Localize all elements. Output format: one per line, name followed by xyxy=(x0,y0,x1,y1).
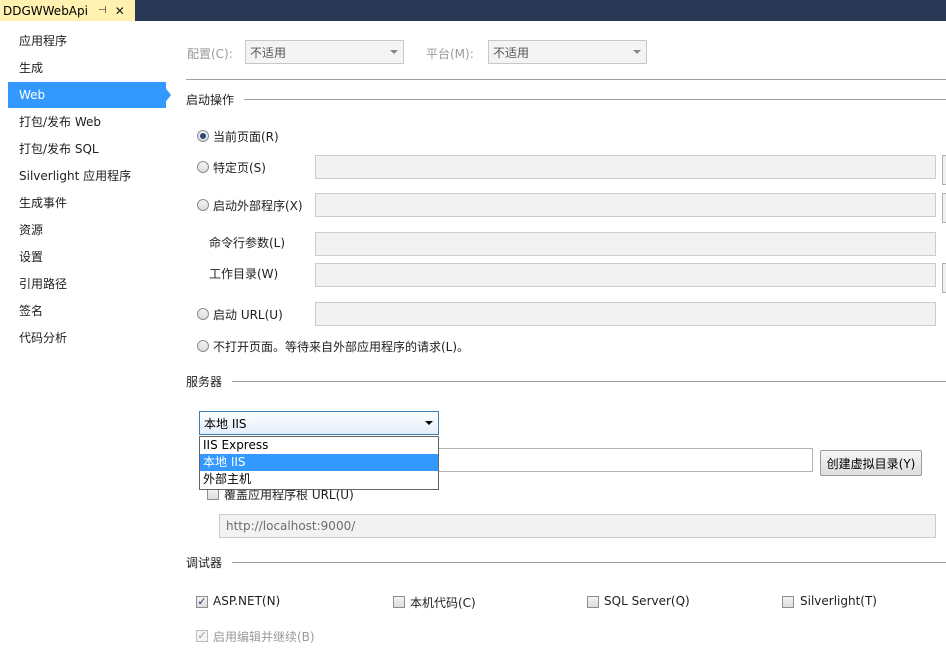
nav-item-reference-paths[interactable]: 引用路径 xyxy=(8,271,166,297)
chevron-down-icon xyxy=(390,50,398,54)
divider xyxy=(186,79,946,80)
close-icon[interactable]: ✕ xyxy=(115,4,125,18)
work-dir-label: 工作目录(W) xyxy=(209,267,279,281)
root-url-input[interactable]: http://localhost:9000/ xyxy=(219,514,936,538)
platform-label: 平台(M): xyxy=(426,47,474,61)
silverlight-checkbox[interactable] xyxy=(782,596,794,608)
dont-open-label[interactable]: 不打开页面。等待来自外部应用程序的请求(L)。 xyxy=(213,338,469,355)
nav-item-build[interactable]: 生成 xyxy=(8,55,166,81)
radio-current-page[interactable] xyxy=(197,130,209,142)
nav-item-build-events[interactable]: 生成事件 xyxy=(8,190,166,216)
edit-continue-label: 启用编辑并继续(B) xyxy=(213,630,315,644)
sqlserver-label[interactable]: SQL Server(Q) xyxy=(604,594,690,608)
project-url-input[interactable] xyxy=(436,448,813,472)
nav-item-resources[interactable]: 资源 xyxy=(8,217,166,243)
document-tab-bar xyxy=(0,0,946,21)
config-combo[interactable]: 不适用 xyxy=(245,40,404,64)
section-line xyxy=(186,99,946,100)
external-program-label[interactable]: 启动外部程序(X) xyxy=(213,197,303,214)
start-url-input[interactable] xyxy=(315,302,936,326)
pin-icon[interactable]: ⊣ xyxy=(98,5,107,16)
radio-dont-open-page[interactable] xyxy=(197,340,209,352)
nav-item-application[interactable]: 应用程序 xyxy=(8,28,166,54)
section-line xyxy=(186,381,946,382)
cmd-args-label: 命令行参数(L) xyxy=(209,236,286,250)
config-combo-value: 不适用 xyxy=(250,45,287,60)
radio-start-url[interactable] xyxy=(197,308,209,320)
server-option-iis-express[interactable]: IIS Express xyxy=(200,437,438,454)
nav-item-code-analysis[interactable]: 代码分析 xyxy=(8,325,166,351)
sqlserver-checkbox[interactable] xyxy=(587,596,599,608)
browse-button[interactable] xyxy=(942,193,946,223)
nav-item-package-sql[interactable]: 打包/发布 SQL xyxy=(8,136,166,162)
work-dir-input[interactable] xyxy=(315,263,936,287)
specific-page-label[interactable]: 特定页(S) xyxy=(213,159,266,176)
specific-page-input[interactable] xyxy=(315,155,936,179)
nav-item-package-web[interactable]: 打包/发布 Web xyxy=(8,109,166,135)
section-line xyxy=(186,562,946,563)
start-action-title: 启动操作 xyxy=(186,91,245,108)
silverlight-label[interactable]: Silverlight(T) xyxy=(800,594,877,608)
document-tab-title[interactable]: DDGWWebApi xyxy=(3,4,88,18)
platform-combo[interactable]: 不适用 xyxy=(488,40,647,64)
aspnet-checkbox[interactable]: ✓ xyxy=(196,596,208,608)
browse-button[interactable] xyxy=(942,155,946,185)
radio-specific-page[interactable] xyxy=(197,161,209,173)
nav-item-signing[interactable]: 签名 xyxy=(8,298,166,324)
chevron-down-icon xyxy=(633,50,641,54)
server-combo-value: 本地 IIS xyxy=(204,416,247,431)
platform-combo-value: 不适用 xyxy=(493,45,530,60)
start-url-label[interactable]: 启动 URL(U) xyxy=(213,306,283,323)
external-program-input[interactable] xyxy=(315,193,936,217)
nav-item-silverlight-app[interactable]: Silverlight 应用程序 xyxy=(8,163,166,189)
server-dropdown-list[interactable]: IIS Express 本地 IIS 外部主机 xyxy=(199,436,439,490)
nav-selection-arrow xyxy=(164,86,171,104)
aspnet-label[interactable]: ASP.NET(N) xyxy=(213,594,280,608)
native-code-label[interactable]: 本机代码(C) xyxy=(410,594,476,611)
radio-external-program[interactable] xyxy=(197,199,209,211)
servers-title: 服务器 xyxy=(186,373,233,390)
document-tab[interactable]: DDGWWebApi ⊣ ✕ xyxy=(0,0,135,21)
native-code-checkbox[interactable] xyxy=(393,596,405,608)
current-page-label[interactable]: 当前页面(R) xyxy=(213,128,279,145)
create-virtual-directory-button[interactable]: 创建虚拟目录(Y) xyxy=(820,450,922,476)
cmd-args-input[interactable] xyxy=(315,232,936,256)
debuggers-title: 调试器 xyxy=(186,554,233,571)
browse-button[interactable] xyxy=(942,263,946,293)
edit-continue-checkbox[interactable]: ✓ xyxy=(196,630,208,642)
chevron-down-icon xyxy=(425,421,433,425)
server-option-external-host[interactable]: 外部主机 xyxy=(200,471,438,488)
server-option-local-iis[interactable]: 本地 IIS xyxy=(200,454,438,471)
config-label: 配置(C): xyxy=(187,47,233,61)
nav-item-settings[interactable]: 设置 xyxy=(8,244,166,270)
nav-item-web[interactable]: Web xyxy=(8,82,166,108)
server-combo[interactable]: 本地 IIS xyxy=(199,411,439,435)
